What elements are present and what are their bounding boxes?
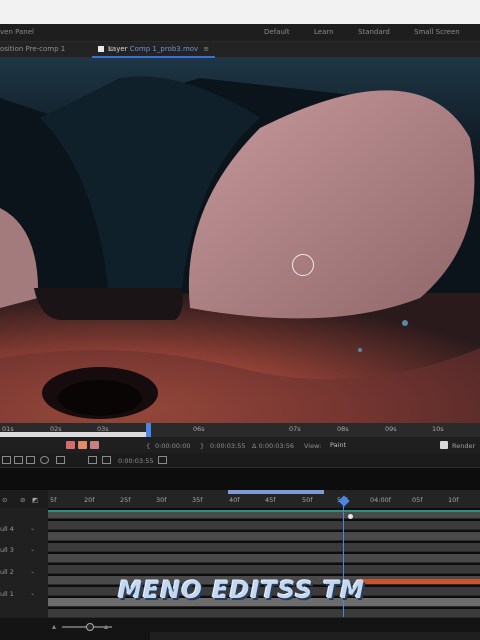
timeline-ruler[interactable]: ⊙ ⊘ ◩ 5f 20f 25f 30f 35f 40f 45f 50f 55f…: [0, 490, 480, 508]
timeline-tick: 50f: [302, 496, 313, 504]
chevron-down-icon[interactable]: ⌄: [30, 568, 35, 575]
layer-controls-row: { 0:00:00:00 } 0:00:03:55 Δ 0:00:03:56 V…: [0, 437, 480, 453]
tab-layer-comp: Comp 1_prob3.mov: [129, 45, 199, 53]
zoom-in-icon[interactable]: ▴: [104, 622, 108, 631]
ruler-tick: 09s: [385, 425, 397, 433]
timeline-tick: 40f: [229, 496, 240, 504]
timeline-tick: 10f: [448, 496, 459, 504]
taskbar-strip: [150, 632, 480, 640]
ruler-tick: 02s: [50, 425, 62, 433]
out-point-time[interactable]: 0:00:03:55: [210, 442, 246, 450]
render-label: Render: [452, 442, 476, 450]
work-area-bar[interactable]: [228, 490, 324, 494]
in-point-bracket[interactable]: {: [146, 442, 150, 450]
tab-menu-icon[interactable]: ≡: [203, 45, 209, 53]
layer-color-icon: [98, 46, 104, 52]
swatch-icon[interactable]: [78, 441, 87, 449]
layer-name[interactable]: ull 1: [0, 590, 14, 598]
view-select[interactable]: Paint: [330, 441, 346, 449]
layer-viewer[interactable]: [0, 58, 480, 423]
layer-track[interactable]: [48, 554, 480, 563]
workspace-default[interactable]: Default: [264, 28, 290, 36]
graph-editor-icon[interactable]: ◩: [32, 496, 38, 504]
ruler-tick: 08s: [337, 425, 349, 433]
ruler-tick: 06s: [193, 425, 205, 433]
current-time-readout[interactable]: 0:00:03:55: [118, 457, 154, 465]
swatch-icon[interactable]: [66, 441, 75, 449]
after-effects-window: ven Panel Default Learn Standard Small S…: [0, 0, 480, 640]
layer-track[interactable]: [48, 510, 480, 519]
workspace-standard[interactable]: Standard: [358, 28, 390, 36]
chevron-down-icon[interactable]: ⌄: [30, 590, 35, 597]
timeline-tick: 5f: [50, 496, 57, 504]
workspace-bar: ven Panel Default Learn Standard Small S…: [0, 24, 480, 42]
tab-precomp-label: osition Pre-comp 1: [0, 45, 66, 53]
layer-name[interactable]: ull 4: [0, 525, 14, 533]
swatch-icon[interactable]: [90, 441, 99, 449]
layer-list: ull 4 ⌄ ull 3 ⌄ ull 2 ⌄ ull 1 ⌄: [0, 508, 48, 618]
layer-track[interactable]: [48, 543, 480, 552]
ruler-tick: 03s: [97, 425, 109, 433]
track-span: [358, 579, 480, 584]
ruler-tick: 01s: [2, 425, 14, 433]
duration-readout: Δ 0:00:03:56: [252, 442, 295, 450]
watermark-text: MENO EDITSS TM: [118, 576, 366, 604]
region-icon[interactable]: [2, 456, 11, 464]
mask-icon[interactable]: [26, 456, 35, 464]
timeline-footer: ▴ ▴: [0, 618, 480, 640]
layer-track[interactable]: [48, 609, 480, 618]
panel-name: ven Panel: [0, 28, 34, 36]
ruler-tick: 10s: [432, 425, 444, 433]
timeline-tick: 05f: [412, 496, 423, 504]
track-span: [48, 510, 480, 512]
zoom-slider-knob[interactable]: [86, 623, 94, 631]
timeline-tick: 20f: [84, 496, 95, 504]
snapshot-icon[interactable]: [102, 456, 111, 464]
layer-name[interactable]: ull 2: [0, 568, 14, 576]
tab-layer[interactable]: Layer Comp 1_prob3.mov ≡: [92, 42, 216, 58]
color-icon[interactable]: [40, 456, 49, 464]
camera-icon[interactable]: [88, 456, 97, 464]
viewer-options-row: 0:00:03:55: [0, 453, 480, 468]
layer-track[interactable]: [48, 565, 480, 574]
view-label: View:: [304, 442, 322, 450]
ruler-tick: 07s: [289, 425, 301, 433]
workspace-small-screen[interactable]: Small Screen: [414, 28, 460, 36]
layer-track[interactable]: [48, 521, 480, 530]
channel-icon[interactable]: [56, 456, 65, 464]
tab-layer-label: Layer: [108, 45, 128, 53]
chevron-down-icon[interactable]: ⌄: [30, 546, 35, 553]
render-checkbox[interactable]: [440, 441, 448, 449]
footage-frame: [0, 58, 480, 423]
timeline-tick: 04:00f: [370, 496, 392, 504]
timeline-tick: 25f: [120, 496, 131, 504]
timeline-tick: 30f: [156, 496, 167, 504]
viewer-tabs: osition Pre-comp 1 ✕ Layer Comp 1_prob3.…: [0, 42, 480, 58]
layer-name[interactable]: ull 3: [0, 546, 14, 554]
chevron-down-icon[interactable]: ⌄: [30, 525, 35, 532]
workspace-learn[interactable]: Learn: [314, 28, 334, 36]
brush-cursor: [292, 254, 314, 276]
current-time-indicator[interactable]: [146, 423, 151, 437]
mask-toggle-icon[interactable]: ⊘: [20, 496, 25, 504]
search-icon[interactable]: ⊙: [2, 496, 7, 504]
viewer-time-ruler[interactable]: 01s 02s 03s 06s 07s 08s 09s 10s: [0, 423, 480, 437]
keyframe-icon[interactable]: [348, 514, 353, 519]
in-point-time[interactable]: 0:00:00:00: [155, 442, 191, 450]
layer-track[interactable]: [48, 532, 480, 541]
grid-icon[interactable]: [14, 456, 23, 464]
zoom-out-icon[interactable]: ▴: [52, 622, 56, 631]
timeline-tick: 35f: [192, 496, 203, 504]
out-point-bracket[interactable]: }: [200, 442, 204, 450]
timeline-tick: 45f: [265, 496, 276, 504]
top-strip: [0, 0, 480, 24]
fast-preview-icon[interactable]: [158, 456, 167, 464]
